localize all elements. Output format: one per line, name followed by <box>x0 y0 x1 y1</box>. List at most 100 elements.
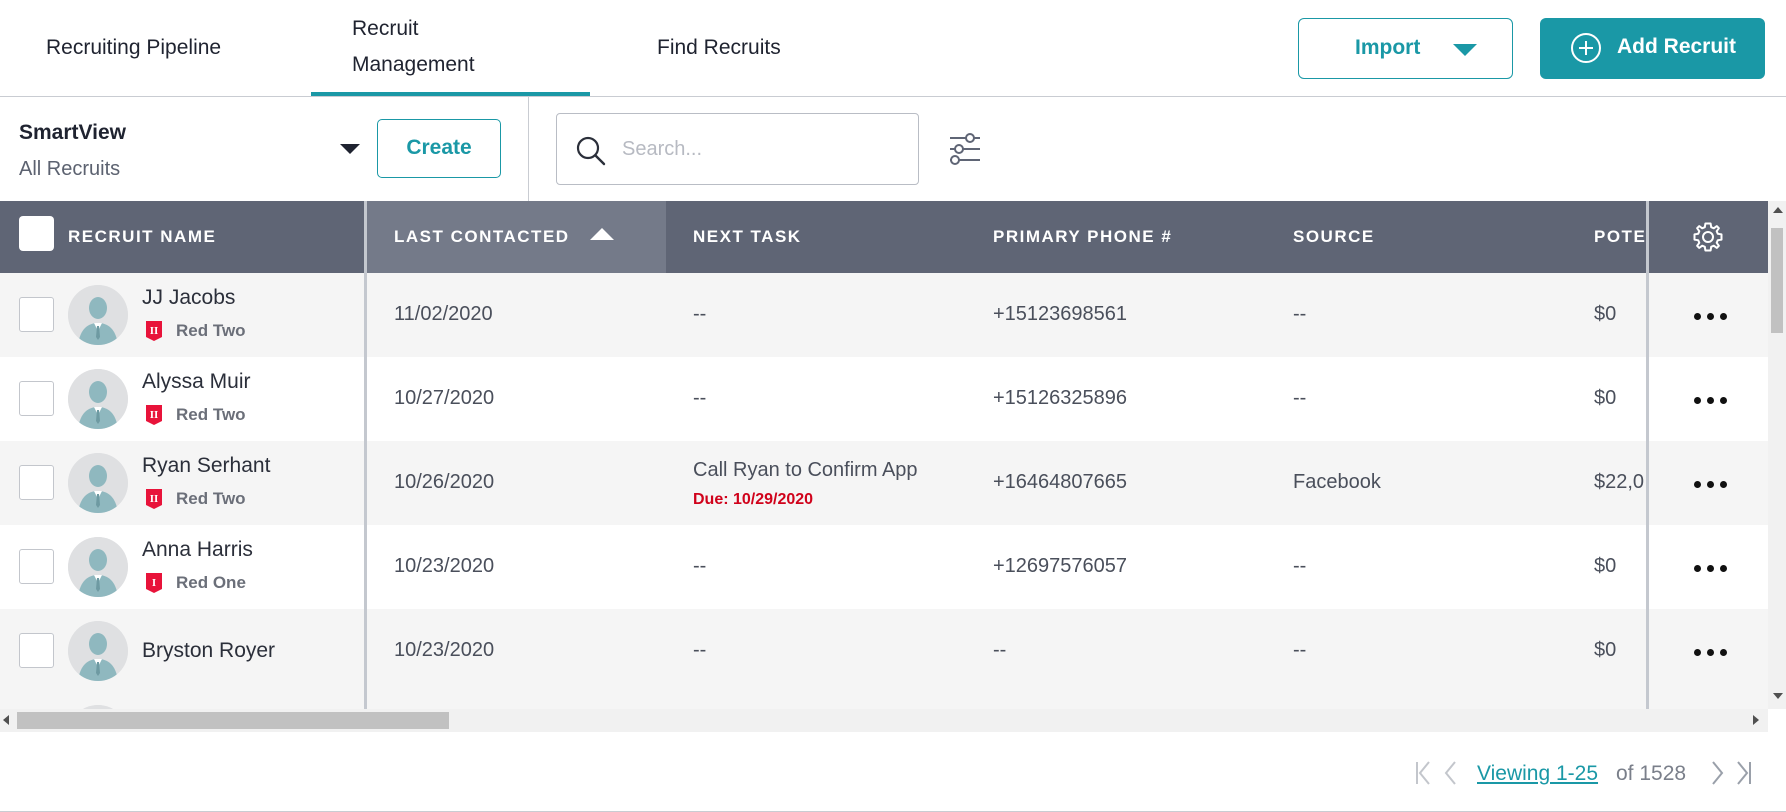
viewing-range-link[interactable]: Viewing 1-25 <box>1477 762 1598 786</box>
top-nav: Recruiting Pipeline Recruit Management F… <box>0 0 1786 97</box>
vertical-scrollbar[interactable] <box>1768 201 1786 709</box>
total-count: of 1528 <box>1616 762 1687 785</box>
team-badge-icon: I <box>146 573 162 593</box>
smartview-title: SmartView <box>19 121 126 144</box>
potential-cell: $0 <box>1594 555 1617 577</box>
tab-recruiting-pipeline[interactable]: Recruiting Pipeline <box>46 30 221 66</box>
add-recruit-label: Add Recruit <box>1617 35 1737 58</box>
potential-cell: $0 <box>1594 639 1617 661</box>
search-input[interactable] <box>622 132 902 166</box>
recruits-table: RECRUIT NAME LAST CONTACTED NEXT TASK PR… <box>0 201 1786 709</box>
first-page-icon[interactable] <box>1414 760 1432 786</box>
row-checkbox[interactable] <box>19 549 54 584</box>
header-potential[interactable]: POTE <box>1594 201 1646 273</box>
phone-cell: +15123698561 <box>993 303 1128 325</box>
more-options-icon[interactable] <box>1692 313 1728 321</box>
next-task-cell: -- <box>693 555 707 577</box>
recruit-name-link[interactable]: Anna Harris <box>142 538 253 562</box>
team-name: Red One <box>176 573 246 592</box>
table-header: RECRUIT NAME LAST CONTACTED NEXT TASK PR… <box>0 201 1768 273</box>
next-page-icon[interactable] <box>1710 760 1726 786</box>
avatar <box>68 621 128 681</box>
more-options-icon[interactable] <box>1692 397 1728 405</box>
svg-text:I: I <box>152 577 156 589</box>
column-settings-button[interactable] <box>1648 201 1768 273</box>
recruit-name-link[interactable]: Alyssa Muir <box>142 370 251 394</box>
horizontal-scrollbar[interactable] <box>0 709 1768 732</box>
team-badge-icon: II <box>146 321 162 341</box>
plus-circle-icon <box>1571 33 1601 63</box>
row-checkbox[interactable] <box>19 633 54 668</box>
header-primary-phone[interactable]: PRIMARY PHONE # <box>993 201 1172 273</box>
phone-cell: +15126325896 <box>993 387 1128 409</box>
table-row[interactable]: Ryan Serhant II Red Two 10/26/2020 Call Ryan… <box>0 441 1768 525</box>
header-recruit-name[interactable]: RECRUIT NAME <box>68 201 216 273</box>
next-task-link[interactable]: Call Ryan to Confirm App <box>693 459 918 482</box>
more-options-icon[interactable] <box>1692 649 1728 657</box>
potential-cell: $22,0 <box>1594 471 1645 493</box>
smartview-dropdown-icon[interactable] <box>340 144 360 154</box>
avatar <box>68 285 128 345</box>
row-checkbox[interactable] <box>19 381 54 416</box>
last-contacted-cell: 10/27/2020 <box>394 387 495 409</box>
gear-icon <box>1693 222 1723 252</box>
scroll-right-arrow-icon[interactable] <box>1753 715 1759 725</box>
table-row[interactable]: Bryston Royer 10/23/2020 -- -- -- $0 <box>0 609 1768 693</box>
header-last-contacted-label: LAST CONTACTED <box>394 227 570 246</box>
phone-cell: -- <box>993 639 1007 661</box>
phone-cell: +12697576057 <box>993 555 1128 577</box>
potential-cell: $0 <box>1594 303 1617 325</box>
search-icon <box>576 136 606 166</box>
avatar <box>68 537 128 597</box>
row-checkbox[interactable] <box>19 297 54 332</box>
team-badge-icon: II <box>146 405 162 425</box>
last-contacted-cell: 10/26/2020 <box>394 471 495 493</box>
more-options-icon[interactable] <box>1692 481 1728 489</box>
tab-recruit-management[interactable]: Recruit Management <box>352 11 502 83</box>
avatar-icon <box>68 453 128 513</box>
svg-text:II: II <box>150 325 159 337</box>
recruit-name-link[interactable]: Bryston Royer <box>142 639 275 663</box>
filter-settings-icon[interactable] <box>948 133 982 165</box>
last-contacted-cell: 11/02/2020 <box>394 303 493 325</box>
scroll-down-arrow-icon[interactable] <box>1773 693 1783 699</box>
source-cell: -- <box>1293 639 1307 661</box>
table-row[interactable]: Anna Harris I Red One 10/23/2020 -- +12697576… <box>0 525 1768 609</box>
scroll-up-arrow-icon[interactable] <box>1773 207 1783 213</box>
previous-page-icon[interactable] <box>1442 760 1458 786</box>
source-cell: -- <box>1293 303 1307 325</box>
header-last-contacted[interactable]: LAST CONTACTED <box>366 201 666 273</box>
avatar-icon <box>68 621 128 681</box>
add-recruit-button[interactable]: Add Recruit <box>1540 18 1765 79</box>
avatar-icon <box>68 285 128 345</box>
recruit-name-link[interactable]: JJ Jacobs <box>142 286 235 310</box>
select-all-checkbox[interactable] <box>19 216 54 251</box>
smartview-value[interactable]: All Recruits <box>19 158 120 181</box>
more-options-icon[interactable] <box>1692 565 1728 573</box>
horizontal-scroll-thumb[interactable] <box>17 712 449 729</box>
scroll-left-arrow-icon[interactable] <box>3 715 9 725</box>
recruit-name-link[interactable]: Ryan Serhant <box>142 454 270 478</box>
next-task-cell: -- <box>693 387 707 409</box>
row-checkbox[interactable] <box>19 465 54 500</box>
last-page-icon[interactable] <box>1735 760 1753 786</box>
vertical-scroll-thumb[interactable] <box>1771 228 1783 333</box>
source-cell: -- <box>1293 555 1307 577</box>
actions-column-divider <box>1646 201 1649 709</box>
import-button-label: Import <box>1355 36 1421 59</box>
table-row[interactable] <box>0 693 1768 709</box>
search-box <box>556 113 919 185</box>
import-button[interactable]: Import <box>1298 18 1513 79</box>
team-name: Red Two <box>176 405 246 424</box>
next-task-cell: -- <box>693 639 707 661</box>
avatar-icon <box>68 537 128 597</box>
svg-text:II: II <box>150 409 159 421</box>
caret-down-icon <box>1453 44 1477 56</box>
create-smartview-button[interactable]: Create <box>377 119 501 178</box>
header-next-task[interactable]: NEXT TASK <box>693 201 802 273</box>
table-row[interactable]: Alyssa Muir II Red Two 10/27/2020 -- +1512632… <box>0 357 1768 441</box>
tab-find-recruits[interactable]: Find Recruits <box>657 30 781 66</box>
source-cell: Facebook <box>1293 471 1381 493</box>
header-source[interactable]: SOURCE <box>1293 201 1375 273</box>
table-row[interactable]: JJ Jacobs II Red Two 11/02/2020 -- +151236985… <box>0 273 1768 357</box>
